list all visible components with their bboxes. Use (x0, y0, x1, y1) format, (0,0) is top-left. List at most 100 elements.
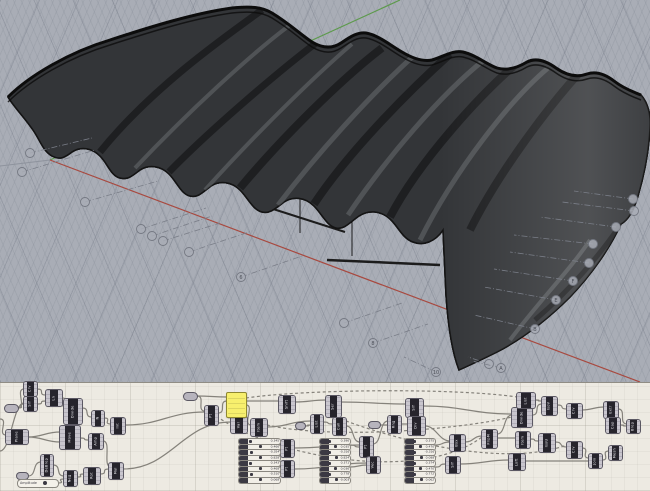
output-ports[interactable] (637, 420, 640, 433)
gh-component[interactable]: Ln (46, 390, 62, 406)
slider-knob[interactable] (249, 462, 252, 465)
output-ports[interactable] (291, 461, 294, 477)
output-ports[interactable] (553, 397, 557, 415)
gh-component[interactable]: Item (516, 432, 530, 448)
output-ports[interactable] (320, 415, 323, 433)
gh-number-slider[interactable]: 0.343 (239, 461, 280, 466)
gh-component[interactable]: Move (60, 426, 80, 449)
gh-number-slider[interactable]: 0.470 (405, 445, 435, 450)
gh-component[interactable]: IsoU (539, 434, 555, 452)
gh-component[interactable]: IsoV (542, 397, 557, 415)
output-ports[interactable] (493, 430, 497, 448)
gh-number-slider[interactable]: 0.036 (320, 467, 350, 472)
output-ports[interactable] (96, 468, 100, 484)
output-ports[interactable] (23, 430, 28, 444)
output-ports[interactable] (291, 396, 295, 413)
gh-component[interactable]: Pt (360, 437, 373, 457)
gh-number-slider[interactable]: Amplitude (18, 480, 58, 487)
gh-component[interactable]: Neg (64, 471, 77, 486)
gh-number-slider[interactable]: 0.772 (405, 472, 435, 477)
slider-knob[interactable] (334, 445, 337, 448)
gh-component[interactable]: Ser (326, 396, 341, 417)
gh-component[interactable]: Extr (604, 402, 618, 418)
output-ports[interactable] (578, 442, 582, 458)
slider-knob[interactable] (419, 467, 422, 470)
output-ports[interactable] (398, 416, 401, 433)
gh-param-capsule[interactable] (296, 423, 305, 429)
output-ports[interactable] (377, 457, 380, 473)
gh-number-slider[interactable]: 0.466 (239, 445, 280, 450)
slider-knob[interactable] (335, 478, 338, 481)
output-ports[interactable] (457, 457, 460, 473)
gh-component[interactable]: Mul (109, 463, 123, 479)
gh-component[interactable]: Rng (388, 416, 401, 433)
output-ports[interactable] (615, 402, 618, 418)
gh-component[interactable]: Val (231, 417, 247, 433)
output-ports[interactable] (120, 463, 123, 479)
gh-component[interactable]: FlipM (482, 430, 497, 448)
gh-component[interactable]: List (311, 415, 323, 433)
gh-number-slider[interactable]: -0.316 (320, 450, 350, 455)
gh-panel[interactable]: 0.1.2.3.4. (227, 393, 246, 417)
output-ports[interactable] (100, 434, 103, 449)
gh-component[interactable]: Div (408, 417, 425, 435)
output-ports[interactable] (215, 406, 218, 425)
output-ports[interactable] (617, 418, 620, 433)
slider-knob[interactable] (328, 462, 331, 465)
output-ports[interactable] (599, 454, 602, 468)
slider-knob[interactable] (419, 445, 422, 448)
gh-param-capsule[interactable] (184, 393, 197, 400)
slider-knob[interactable] (328, 451, 331, 454)
gh-component[interactable]: Plane (6, 430, 28, 444)
gh-number-slider[interactable]: 0.345 (239, 439, 280, 444)
slider-knob[interactable] (250, 473, 253, 476)
slider-knob[interactable] (413, 462, 416, 465)
gh-param-capsule[interactable] (17, 473, 28, 479)
output-ports[interactable] (291, 440, 294, 457)
output-ports[interactable] (531, 393, 535, 408)
output-ports[interactable] (34, 397, 37, 411)
gh-param-capsule[interactable] (369, 422, 380, 428)
gh-component[interactable]: Crv (567, 404, 582, 418)
output-ports[interactable] (551, 434, 555, 452)
gh-number-slider[interactable]: 0.068 (239, 478, 280, 483)
output-ports[interactable] (243, 417, 247, 433)
gh-component[interactable]: Shift (279, 396, 295, 413)
gh-component[interactable]: Divide (64, 399, 82, 424)
gh-component[interactable]: Crv (567, 442, 582, 458)
rhino-perspective-viewport[interactable]: 6810ABEF (0, 0, 650, 382)
output-ports[interactable] (521, 454, 525, 470)
gh-param-capsule[interactable] (5, 405, 18, 412)
output-ports[interactable] (343, 418, 346, 435)
gh-component[interactable]: Vec (367, 457, 380, 473)
slider-knob[interactable] (249, 440, 252, 443)
slider-knob[interactable] (43, 481, 47, 485)
output-ports[interactable] (419, 399, 423, 417)
gh-component[interactable]: Pt (205, 406, 218, 425)
gh-number-slider[interactable]: -0.003 (320, 478, 350, 483)
gh-component[interactable]: Cull (333, 418, 346, 435)
gh-number-slider[interactable]: 0.035 (320, 445, 350, 450)
output-ports[interactable] (34, 382, 37, 396)
gh-number-slider[interactable]: 0.374 (405, 461, 435, 466)
gh-component[interactable]: Crv (24, 382, 37, 396)
gh-number-slider[interactable]: 0.468 (239, 467, 280, 472)
gh-component[interactable]: Cap (606, 418, 620, 433)
grasshopper-canvas[interactable]: CrvSrfLnDivideNIntPlaneMoveAmpDeBrepNegR… (0, 382, 650, 491)
slider-knob[interactable] (413, 451, 416, 454)
gh-component[interactable]: N (92, 411, 104, 426)
gh-number-slider[interactable]: 0.778 (320, 472, 350, 477)
output-ports[interactable] (527, 408, 532, 427)
gh-number-slider[interactable]: -0.510 (239, 472, 280, 477)
gh-component[interactable]: Loft (509, 454, 525, 470)
gh-component[interactable]: Srf (24, 397, 37, 411)
gh-number-slider[interactable]: 0.375 (405, 439, 435, 444)
gh-component[interactable]: Join (589, 454, 602, 468)
output-ports[interactable] (78, 399, 82, 424)
gh-number-slider[interactable]: -0.354 (239, 450, 280, 455)
gh-component[interactable]: Divide (512, 408, 532, 427)
gh-component[interactable]: Srf (406, 399, 423, 417)
gh-number-slider[interactable]: 0.371 (320, 461, 350, 466)
gh-number-slider[interactable]: 0.470 (405, 467, 435, 472)
output-ports[interactable] (50, 455, 53, 476)
